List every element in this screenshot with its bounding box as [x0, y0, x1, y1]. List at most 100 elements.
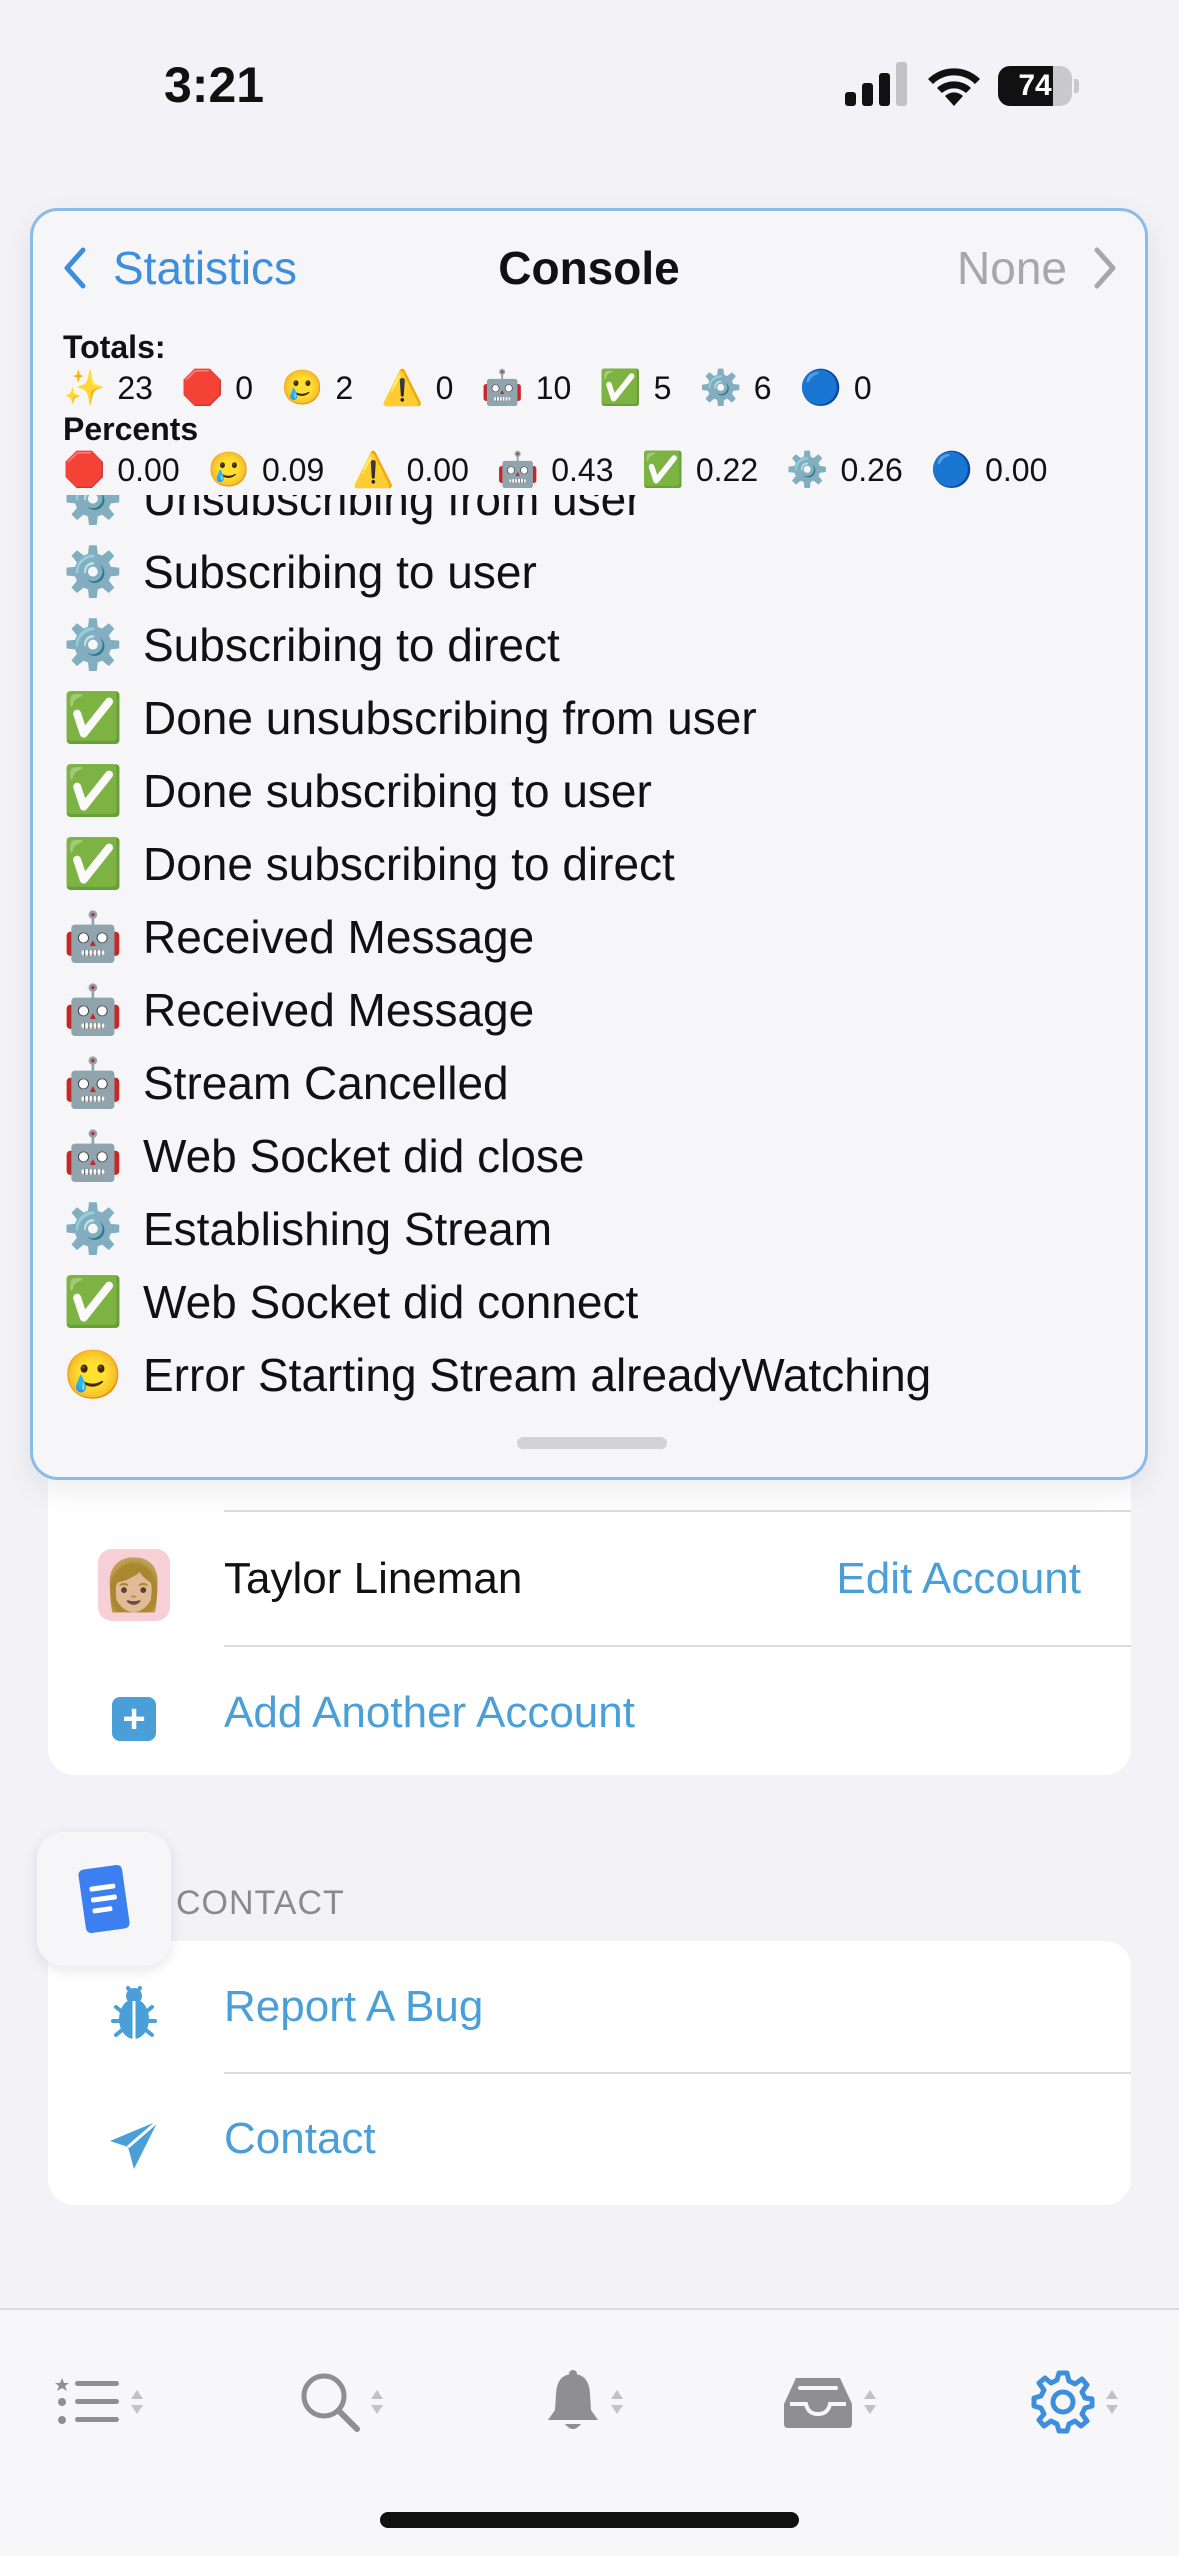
- stat-item: 🛑 0: [181, 368, 253, 408]
- sort-arrows-icon: [371, 2390, 383, 2414]
- filter-label: None: [957, 242, 1067, 294]
- inbox-tray-icon: [784, 2378, 852, 2428]
- wifi-icon: [928, 68, 980, 106]
- sort-arrows-icon: [1106, 2390, 1118, 2414]
- stat-emoji-icon: 🤖: [481, 369, 524, 407]
- tab-search[interactable]: [282, 2362, 402, 2442]
- stat-emoji-icon: 🛑: [180, 369, 224, 407]
- report-bug-label: Report A Bug: [224, 1982, 484, 2031]
- stat-emoji-icon: 🥲: [281, 369, 324, 407]
- stat-item: 🤖 0.43: [497, 450, 614, 490]
- log-text: Subscribing to direct: [143, 618, 560, 671]
- stat-emoji-icon: 🥲: [207, 451, 250, 489]
- log-entry: 🤖 Stream Cancelled: [63, 1046, 931, 1119]
- stat-emoji-icon: ✨: [63, 369, 106, 407]
- stat-item: ⚠️ 0: [381, 368, 453, 408]
- edit-account-button[interactable]: Edit Account: [836, 1513, 1081, 1645]
- log-emoji-icon: ⚙️: [63, 619, 123, 672]
- log-emoji-icon: 🤖: [63, 1057, 123, 1110]
- stat-value: 5: [653, 369, 672, 406]
- log-emoji-icon: 🤖: [63, 1130, 123, 1183]
- stat-value: 2: [335, 369, 354, 406]
- stat-item: 🥲 2: [281, 368, 353, 408]
- totals-row: ✨ 23 🛑 0 🥲 2 ⚠️ 0 🤖 10 ✅ 5 ⚙️ 6 🔵 0: [63, 367, 1123, 409]
- gear-icon: [1031, 2370, 1095, 2434]
- console-toggle-button[interactable]: [37, 1832, 171, 1966]
- stat-item: 🔵 0.00: [931, 450, 1048, 490]
- log-emoji-icon: ✅: [63, 838, 123, 891]
- log-entry: ⚙️ Establishing Stream: [63, 1192, 931, 1265]
- add-account-button[interactable]: + Add Another Account: [48, 1647, 1131, 1775]
- account-row[interactable]: 👩🏼 Taylor Lineman Edit Account: [48, 1513, 1131, 1645]
- console-panel[interactable]: Statistics Console None Totals: ✨ 23 🛑 0 🥲 2 ⚠…: [30, 208, 1148, 1480]
- contact-button[interactable]: Contact: [48, 2073, 1131, 2205]
- contact-section-header: CONTACT: [176, 1884, 345, 1922]
- battery-level: 74: [1018, 69, 1052, 102]
- stat-value: 0: [853, 369, 872, 406]
- stat-emoji-icon: ✅: [641, 451, 684, 489]
- log-emoji-icon: ✅: [63, 1276, 123, 1329]
- stat-emoji-icon: ⚠️: [352, 451, 395, 489]
- log-text: Subscribing to user: [143, 545, 537, 598]
- resize-handle[interactable]: [517, 1437, 667, 1449]
- plus-square-icon: +: [112, 1697, 156, 1741]
- stat-emoji-icon: 🔵: [930, 451, 974, 489]
- stat-emoji-icon: ✅: [599, 369, 642, 407]
- status-time: 3:21: [164, 57, 265, 113]
- stat-value: 0.00: [985, 451, 1048, 488]
- document-icon: [78, 1865, 130, 1933]
- battery-indicator: 74: [998, 66, 1079, 106]
- stat-emoji-icon: 🔵: [799, 369, 842, 407]
- stat-emoji-icon: ⚙️: [699, 369, 742, 407]
- log-emoji-icon: 🤖: [63, 911, 123, 964]
- contact-card: Report A Bug Contact: [48, 1941, 1131, 2205]
- log-text: Unsubscribing from user: [143, 495, 642, 525]
- stat-emoji-icon: ⚠️: [381, 369, 424, 407]
- chevron-right-icon: [1094, 247, 1116, 289]
- stat-item: 🛑 0.00: [63, 450, 180, 490]
- log-emoji-icon: ⚙️: [63, 546, 123, 599]
- log-text: Done unsubscribing from user: [143, 691, 757, 744]
- account-name: Taylor Lineman: [224, 1554, 523, 1603]
- log-emoji-icon: ⚙️: [63, 1203, 123, 1256]
- stat-value: 0.22: [695, 451, 759, 488]
- filter-button[interactable]: None: [957, 241, 1117, 295]
- stat-item: 🥲 0.09: [208, 450, 325, 490]
- log-emoji-icon: ⚙️: [63, 495, 123, 526]
- tab-notifications[interactable]: [525, 2362, 645, 2442]
- log-entry: ⚙️ Subscribing to user: [63, 535, 931, 608]
- stat-item: 🤖 10: [481, 368, 571, 408]
- stat-value: 0.00: [406, 451, 469, 488]
- log-entry: 🤖 Web Socket did close: [63, 1119, 931, 1192]
- home-indicator: [380, 2512, 799, 2528]
- console-log[interactable]: ⚙️ Unsubscribing from user ⚙️ Subscribing t…: [63, 495, 1123, 1415]
- list-star-icon: [55, 2378, 119, 2424]
- report-bug-button[interactable]: Report A Bug: [48, 1941, 1131, 2073]
- tab-inbox[interactable]: [770, 2362, 890, 2442]
- log-text: Stream Cancelled: [143, 1056, 509, 1109]
- tab-feed[interactable]: [40, 2362, 160, 2442]
- log-entry: ✅ Done subscribing to direct: [63, 827, 931, 900]
- stat-value: 0.26: [840, 451, 903, 488]
- stat-value: 23: [117, 369, 153, 406]
- log-entry: ⚙️ Subscribing to direct: [63, 608, 931, 681]
- log-text: Web Socket did close: [143, 1129, 585, 1182]
- tab-settings[interactable]: [1015, 2362, 1135, 2442]
- log-entry: 🥲 Error Starting Stream alreadyWatching: [63, 1338, 931, 1411]
- stat-item: ✅ 0.22: [642, 450, 759, 490]
- paperplane-icon: [110, 2119, 159, 2169]
- log-text: Received Message: [143, 983, 535, 1036]
- log-text: Done subscribing to direct: [143, 837, 675, 890]
- stat-emoji-icon: 🛑: [63, 451, 106, 489]
- log-entry: 🤖 Received Message: [63, 900, 931, 973]
- log-emoji-icon: 🤖: [63, 984, 123, 1037]
- log-emoji-icon: ✅: [63, 692, 123, 745]
- avatar: 👩🏼: [98, 1549, 170, 1621]
- log-entry: ✅ Web Socket did connect: [63, 1265, 931, 1338]
- accounts-card: 👩🏼 Taylor Lineman Edit Account + Add Ano…: [48, 1440, 1131, 1775]
- stat-item: ⚙️ 0.26: [786, 450, 903, 490]
- search-icon: [301, 2373, 360, 2432]
- console-statistics: Totals: ✨ 23 🛑 0 🥲 2 ⚠️ 0 🤖 10 ✅ 5 ⚙️ 6 🔵 0 Percents 🛑 0…: [63, 327, 1123, 491]
- log-text: Done subscribing to user: [143, 764, 652, 817]
- stat-item: ✅ 5: [599, 368, 671, 408]
